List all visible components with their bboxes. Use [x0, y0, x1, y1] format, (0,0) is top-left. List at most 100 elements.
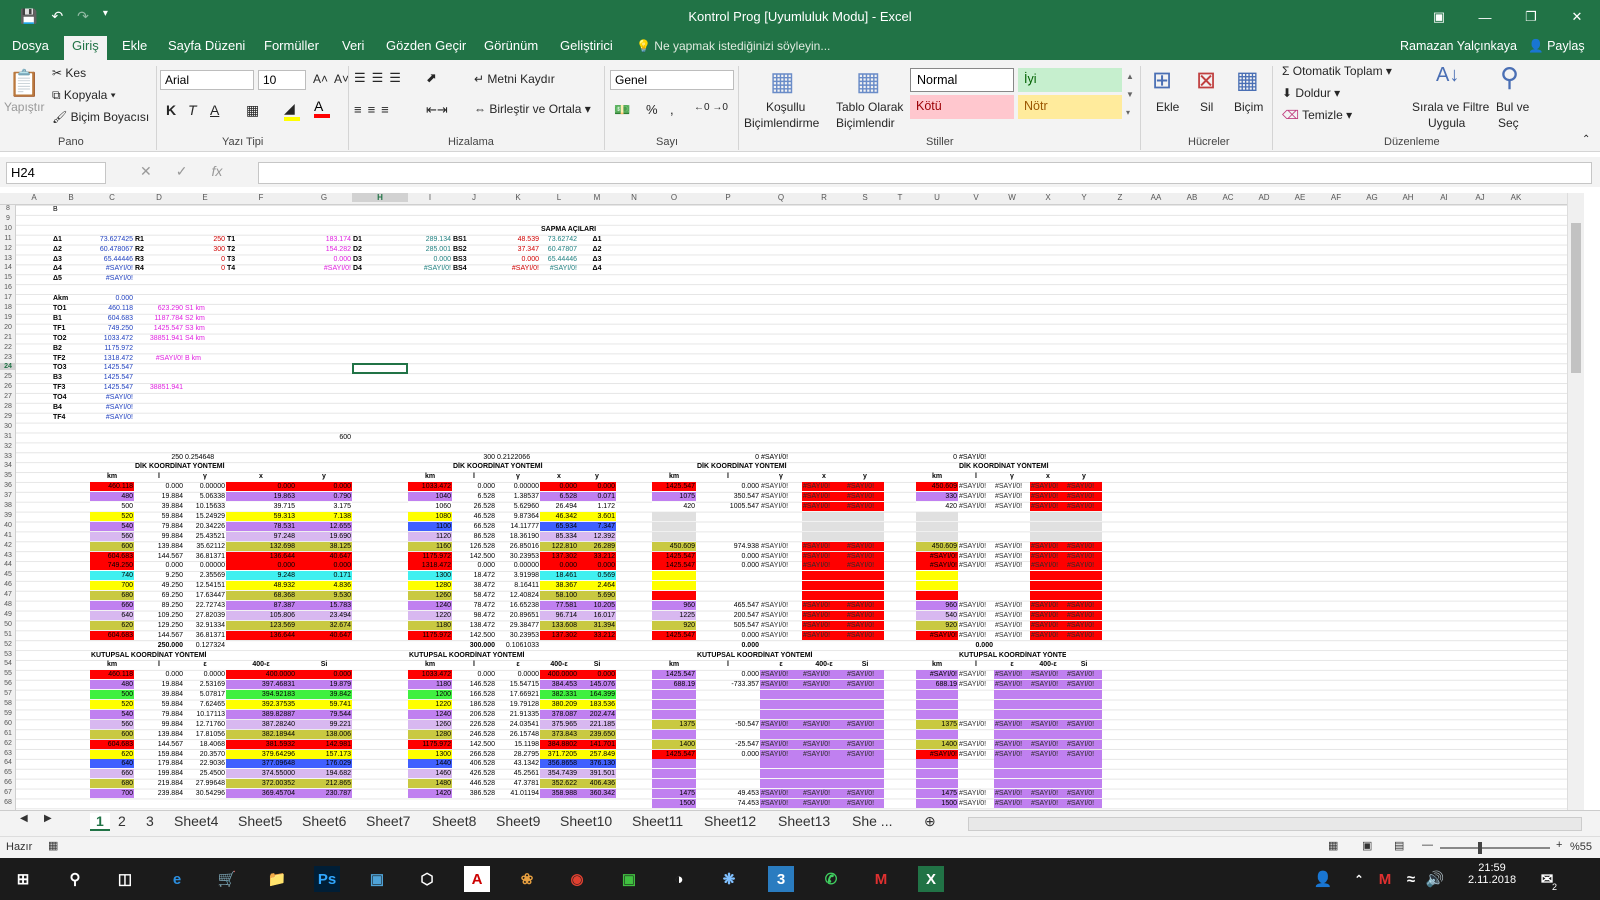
column-header[interactable]: AE [1282, 193, 1318, 202]
epsilon-cell[interactable]: #SAYI/0! [760, 739, 802, 749]
gamma-cell[interactable]: #SAYI/0! [994, 552, 1030, 561]
x-cell[interactable]: 87.387 [226, 601, 296, 610]
block-header[interactable]: km [90, 472, 134, 481]
epsilon-cell[interactable] [994, 690, 1030, 700]
row-header[interactable]: 13 [0, 255, 16, 262]
format-cells-button[interactable]: Biçim [1234, 100, 1263, 114]
gamma-cell[interactable]: 16.65238 [496, 601, 540, 610]
x-cell[interactable]: 26.494 [540, 502, 578, 511]
clear-button[interactable]: ⌫ Temizle ▾ [1282, 108, 1352, 122]
new-sheet-icon[interactable]: ⊕ [924, 813, 936, 830]
l-cell[interactable]: 142.500 [452, 552, 496, 561]
block-title[interactable]: KUTUPSAL KOORDİNAT YÖNTEMİ [90, 651, 226, 660]
underline-button[interactable]: A [210, 102, 219, 118]
shrink-font-icon[interactable]: A˅ [334, 72, 349, 86]
bs-label[interactable] [452, 274, 496, 283]
km-value[interactable]: 0.000 [90, 294, 134, 303]
gamma-cell[interactable]: 20.89651 [496, 611, 540, 620]
km-cell[interactable] [652, 779, 696, 789]
si-cell[interactable] [1066, 779, 1102, 789]
l-cell[interactable]: 9.250 [134, 571, 184, 580]
block-title[interactable]: KUTUPSAL KOORDİNAT YÖNTEMİ [408, 651, 540, 660]
km-cell[interactable] [652, 700, 696, 709]
block-header[interactable]: Si [296, 660, 352, 669]
epsilon-cell[interactable]: 20.3570 [184, 750, 226, 759]
gamma-cell[interactable] [760, 522, 802, 531]
km-cell[interactable]: 1425.547 [652, 551, 696, 561]
epsilon-cell[interactable]: #SAYI/0! [994, 680, 1030, 690]
epsilon-cell[interactable]: 5.07817 [184, 690, 226, 699]
sapma-value[interactable] [540, 274, 578, 283]
km-cell[interactable]: 700 [90, 789, 134, 799]
block-footer[interactable]: 0.127324 [184, 641, 226, 650]
epsilon400-cell[interactable]: 379.64296 [226, 749, 296, 759]
name-box[interactable]: H24 [6, 162, 106, 184]
y-cell[interactable] [1066, 571, 1102, 581]
km-value[interactable]: #SAYI/0! [90, 413, 134, 422]
column-header[interactable]: K [496, 193, 540, 202]
zoom-slider[interactable] [1440, 842, 1550, 854]
block-header[interactable]: km [652, 660, 696, 669]
l-cell[interactable]: 126.528 [452, 542, 496, 551]
d-value[interactable] [408, 274, 452, 283]
si-cell[interactable]: #SAYI/0! [846, 799, 884, 808]
si-cell[interactable]: #SAYI/0! [1066, 739, 1102, 749]
km-cell[interactable]: 960 [652, 601, 696, 610]
column-header[interactable]: AC [1210, 193, 1246, 202]
row-header[interactable]: 14 [0, 264, 16, 271]
km-cell[interactable]: 1400 [916, 739, 958, 749]
km-cell[interactable]: 460.118 [90, 482, 134, 492]
epsilon400-cell[interactable]: #SAYI/0! [1030, 739, 1066, 749]
epsilon-cell[interactable] [760, 759, 802, 769]
y-cell[interactable]: 0.569 [578, 571, 616, 581]
t-label[interactable]: T4 [226, 264, 296, 273]
y-cell[interactable]: #SAYI/0! [846, 620, 884, 630]
km-cell[interactable]: 740 [90, 571, 134, 581]
column-header[interactable]: X [1030, 193, 1066, 202]
si-cell[interactable]: 19.879 [296, 680, 352, 690]
l-cell[interactable]: 974.938 [696, 542, 760, 551]
y-cell[interactable]: #SAYI/0! [1066, 482, 1102, 492]
l-cell[interactable]: 138.472 [452, 621, 496, 630]
x-cell[interactable]: 46.342 [540, 511, 578, 521]
si-cell[interactable]: #SAYI/0! [1066, 749, 1102, 759]
scroll-right-icon[interactable]: ▶ [44, 813, 52, 824]
x-cell[interactable]: #SAYI/0! [802, 482, 846, 492]
epsilon-cell[interactable] [760, 729, 802, 739]
y-cell[interactable]: 7.347 [578, 521, 616, 531]
x-cell[interactable] [1030, 591, 1066, 601]
row-header[interactable]: 9 [0, 215, 16, 222]
l-cell[interactable]: 58.472 [452, 591, 496, 600]
block-header[interactable]: ε [496, 660, 540, 669]
epsilon400-cell[interactable]: 375.965 [540, 719, 578, 729]
km-cell[interactable] [652, 769, 696, 779]
s-label[interactable]: S4 km [184, 334, 226, 343]
block-header[interactable]: Si [846, 660, 884, 669]
gamma-cell[interactable]: #SAYI/0! [994, 561, 1030, 570]
row-header[interactable]: 59 [0, 710, 16, 717]
y-cell[interactable]: 9.530 [296, 591, 352, 601]
y-cell[interactable] [846, 571, 884, 581]
bs-value[interactable] [496, 274, 540, 283]
row-header[interactable]: 25 [0, 373, 16, 380]
km-cell[interactable] [652, 690, 696, 700]
l-cell[interactable]: 59.884 [134, 700, 184, 709]
l-cell[interactable]: #SAYI/0! [958, 750, 994, 759]
y-cell[interactable]: 40.647 [296, 551, 352, 561]
epsilon400-cell[interactable] [802, 779, 846, 789]
y-cell[interactable]: #SAYI/0! [1066, 561, 1102, 571]
epsilon-cell[interactable]: 19.79128 [496, 700, 540, 709]
gamma-cell[interactable]: #SAYI/0! [994, 631, 1030, 640]
y-cell[interactable]: #SAYI/0! [846, 610, 884, 620]
epsilon400-cell[interactable] [802, 759, 846, 769]
row-header[interactable]: 58 [0, 700, 16, 707]
column-header[interactable]: A [16, 193, 52, 202]
column-header[interactable]: G [296, 193, 352, 202]
si-cell[interactable]: 406.436 [578, 779, 616, 789]
block-header[interactable]: ε [184, 660, 226, 669]
sapma-value[interactable]: #SAYI/0! [540, 264, 578, 273]
l-cell[interactable]: 49.250 [134, 581, 184, 590]
gamma-cell[interactable]: 8.16411 [496, 581, 540, 590]
l-cell[interactable]: 144.567 [134, 631, 184, 640]
x-cell[interactable]: #SAYI/0! [802, 541, 846, 551]
